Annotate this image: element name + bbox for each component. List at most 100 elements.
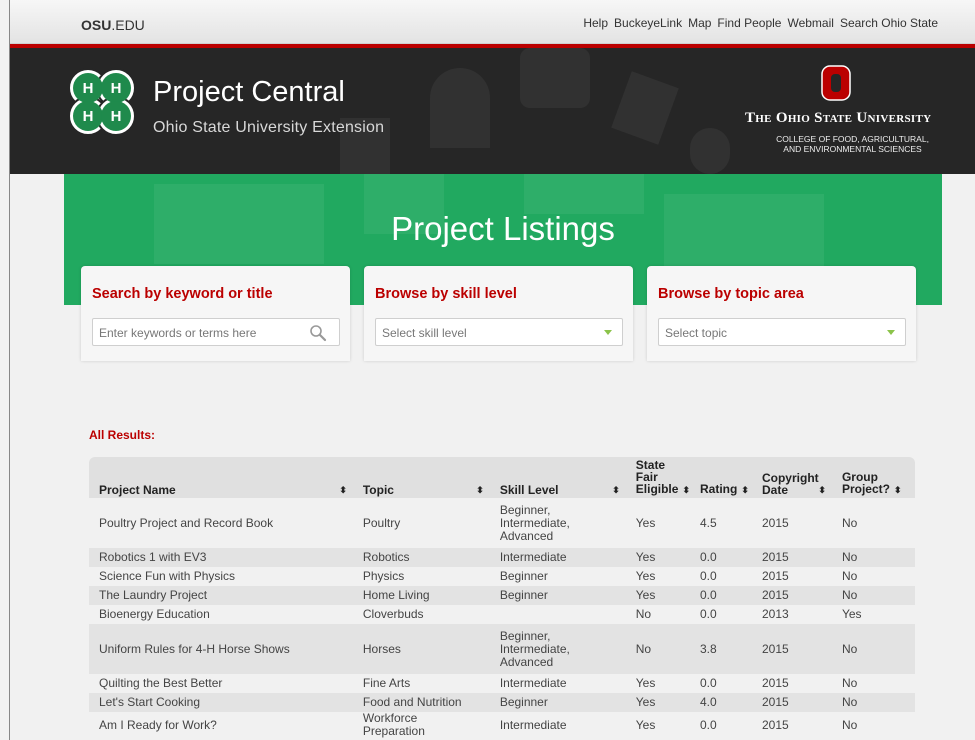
map-link[interactable]: Map (688, 16, 711, 30)
group-project-cell: No (841, 550, 858, 564)
topic-area-heading: Browse by topic area (658, 286, 804, 302)
state-fair-cell: No (635, 641, 652, 656)
results-heading: All Results: (89, 428, 156, 442)
project-name-cell[interactable]: Let's Start Cooking (89, 693, 353, 712)
column-header-group-project[interactable]: Group Project? ⬍ (831, 457, 915, 498)
copyright-date-cell: 2015 (761, 550, 789, 564)
osu-top-bar: OSU.EDU Help BuckeyeLink Map Find People… (10, 0, 975, 44)
osu-edu-link[interactable]: OSU.EDU (81, 17, 145, 33)
college-name: COLLEGE OF FOOD, AGRICULTURAL, AND ENVIR… (745, 134, 960, 154)
table-row[interactable]: Poultry Project and Record Book Poultry Be… (89, 498, 915, 548)
copyright-date-cell: 2015 (761, 569, 789, 583)
table-row[interactable]: Quilting the Best Better Fine Arts Interme… (89, 674, 915, 693)
keyword-search-input[interactable]: Enter keywords or terms here (92, 318, 340, 346)
skill-level-cell: Beginner (499, 569, 548, 583)
copyright-date-cell: 2015 (761, 641, 789, 656)
4h-clover-icon[interactable]: HH HH (64, 64, 140, 140)
search-ohio-state-link[interactable]: Search Ohio State (840, 16, 938, 30)
rating-cell: 4.0 (700, 695, 717, 709)
site-title[interactable]: Project Central (153, 76, 345, 109)
column-header-skill-level[interactable]: Skill Level ⬍ (489, 457, 626, 498)
column-header-project-name[interactable]: Project Name ⬍ (89, 457, 353, 498)
skill-level-select[interactable]: Select skill level (375, 318, 623, 346)
project-name-cell[interactable]: Poultry Project and Record Book (89, 498, 353, 548)
topic-select[interactable]: Select topic (658, 318, 906, 346)
state-fair-cell: Yes (635, 515, 656, 530)
university-name[interactable]: The Ohio State University (745, 110, 931, 127)
table-row[interactable]: Uniform Rules for 4-H Horse Shows Horses B… (89, 624, 915, 674)
table-row[interactable]: Am I Ready for Work? Workforce Preparatio… (89, 712, 915, 738)
sort-icon[interactable]: ⬍ (818, 484, 826, 496)
site-header: HH HH Project Central Ohio State Univers… (10, 48, 975, 174)
topic-select-value: Select topic (665, 326, 728, 340)
project-name-cell[interactable]: The Laundry Project (89, 586, 353, 605)
buckeyelink-link[interactable]: BuckeyeLink (614, 16, 682, 30)
project-name-cell[interactable]: Science Fun with Physics (89, 567, 353, 586)
topic-cell: Home Living (362, 588, 430, 602)
group-project-cell: No (841, 588, 858, 602)
rating-cell: 3.8 (700, 641, 717, 656)
column-label: Project? (841, 482, 890, 496)
college-line-1: COLLEGE OF FOOD, AGRICULTURAL, (776, 134, 929, 144)
skill-level-heading: Browse by skill level (375, 286, 517, 302)
column-header-rating[interactable]: Rating ⬍ (690, 457, 752, 498)
webmail-link[interactable]: Webmail (787, 16, 833, 30)
skill-level-cell: Intermediate (499, 676, 567, 690)
column-header-topic[interactable]: Topic ⬍ (352, 457, 490, 498)
page-title: Project Listings (391, 210, 615, 247)
background-decoration (430, 68, 490, 148)
block-o-logo-icon[interactable] (821, 65, 851, 101)
group-project-cell: No (841, 569, 858, 583)
svg-text:H: H (83, 108, 94, 125)
table-row[interactable]: Science Fun with Physics Physics Beginner Y… (89, 567, 915, 586)
copyright-date-cell: 2013 (761, 607, 789, 621)
project-name-cell[interactable]: Bioenergy Education (89, 605, 353, 624)
skill-level-card: Browse by skill level Select skill level (364, 266, 633, 361)
table-row[interactable]: Robotics 1 with EV3 Robotics Intermediate Y… (89, 548, 915, 567)
table-row[interactable]: Bioenergy Education Cloverbuds No 0.0 2013 Ye… (89, 605, 915, 624)
rating-cell: 0.0 (700, 550, 717, 564)
rating-cell: 0.0 (700, 588, 717, 602)
copyright-date-cell: 2015 (761, 695, 789, 709)
rating-cell: 0.0 (700, 569, 717, 583)
topic-area-card: Browse by topic area Select topic (647, 266, 916, 361)
help-link[interactable]: Help (583, 16, 608, 30)
sort-icon[interactable]: ⬍ (741, 485, 749, 495)
project-name-cell[interactable]: Quilting the Best Better (89, 674, 353, 693)
results-table: Project Name ⬍ Topic ⬍ Skill Level ⬍ State F… (89, 457, 915, 738)
table-row[interactable]: Let's Start Cooking Food and Nutrition Beg… (89, 693, 915, 712)
topic-cell: Cloverbuds (362, 607, 424, 621)
column-header-copyright-date[interactable]: Copyright Date ⬍ (751, 457, 832, 498)
keyword-search-card: Search by keyword or title Enter keyword… (81, 266, 350, 361)
column-label: Project Name (99, 483, 176, 497)
topic-cell: Fine Arts (362, 676, 411, 690)
skill-level-cell: Beginner (499, 695, 548, 709)
search-icon[interactable] (309, 324, 327, 342)
state-fair-cell: Yes (635, 717, 656, 732)
project-name-cell[interactable]: Robotics 1 with EV3 (89, 548, 353, 567)
column-header-state-fair[interactable]: State Fair Eligible ⬍ (625, 457, 690, 498)
rating-cell: 4.5 (700, 515, 717, 530)
sort-icon[interactable]: ⬍ (339, 484, 347, 496)
chevron-down-icon (887, 330, 895, 335)
topic-cell: Robotics (362, 550, 410, 564)
project-name-cell[interactable]: Uniform Rules for 4-H Horse Shows (89, 624, 353, 674)
skill-level-cell: Beginner, Intermediate, Advanced (499, 502, 570, 543)
sort-icon[interactable]: ⬍ (612, 484, 620, 496)
sort-icon[interactable]: ⬍ (894, 485, 902, 495)
copyright-date-cell: 2015 (761, 588, 789, 602)
state-fair-cell: No (635, 607, 652, 621)
topic-cell: Physics (362, 569, 405, 583)
sort-icon[interactable]: ⬍ (476, 484, 484, 496)
topic-cell: Poultry (362, 515, 401, 530)
table-row[interactable]: The Laundry Project Home Living Beginner Ye… (89, 586, 915, 605)
site-subtitle: Ohio State University Extension (153, 119, 385, 136)
column-label: Skill Level (499, 483, 559, 497)
group-project-cell: No (841, 695, 858, 709)
sort-icon[interactable]: ⬍ (682, 485, 690, 495)
project-name-cell[interactable]: Am I Ready for Work? (89, 712, 353, 738)
results-body: Poultry Project and Record Book Poultry Be… (89, 498, 915, 738)
osu-utility-nav: Help BuckeyeLink Map Find People Webmail… (583, 16, 938, 30)
find-people-link[interactable]: Find People (717, 16, 781, 30)
group-project-cell: No (841, 676, 858, 690)
